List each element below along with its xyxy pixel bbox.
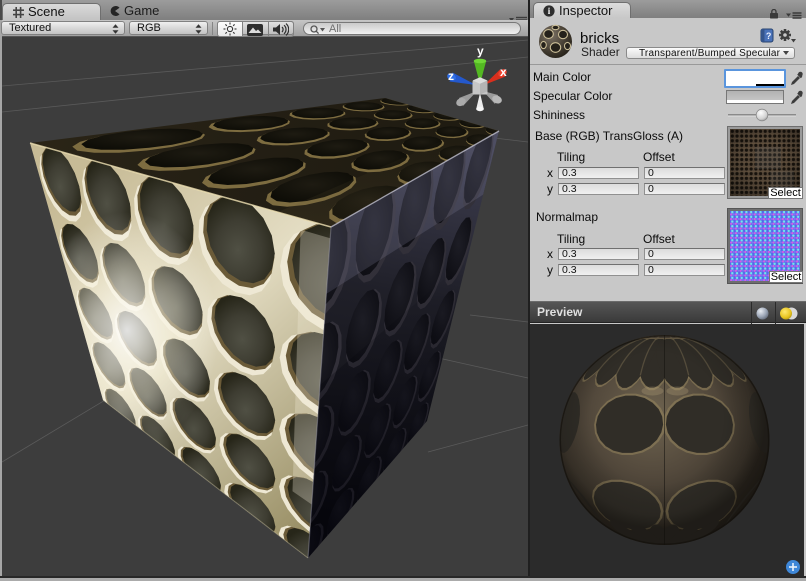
- svg-text:?: ?: [766, 31, 772, 41]
- svg-text:y: y: [477, 44, 484, 58]
- svg-text:x: x: [500, 65, 507, 79]
- svg-text:z: z: [448, 69, 454, 83]
